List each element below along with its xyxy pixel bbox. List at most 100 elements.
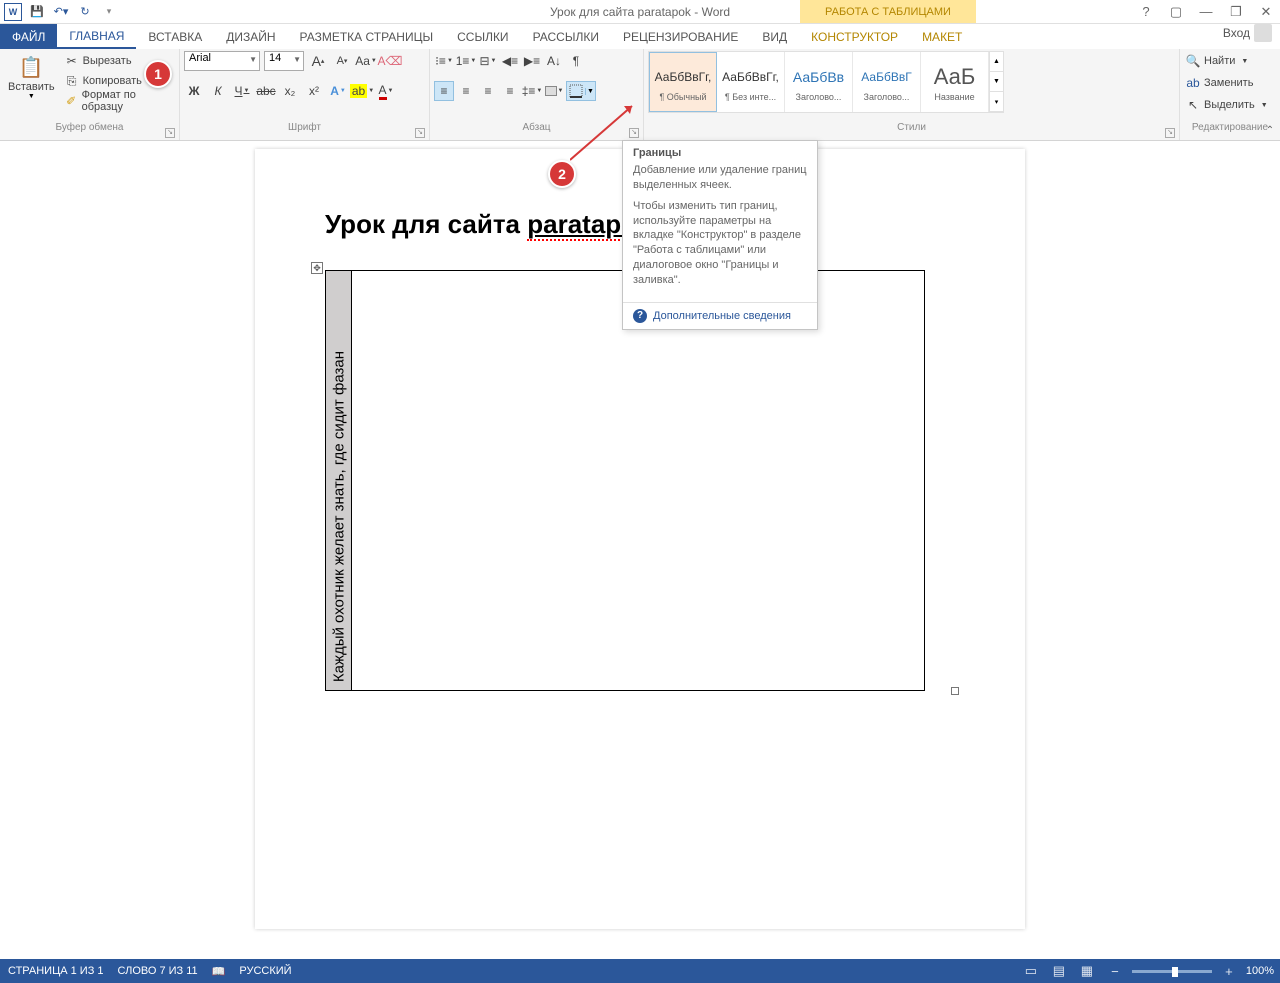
sort-button[interactable]: A↓	[544, 51, 564, 71]
superscript-button[interactable]: x²	[304, 81, 324, 101]
borders-button[interactable]: ▼	[566, 81, 596, 101]
grow-font-button[interactable]: A▴	[308, 51, 328, 71]
qat-customize-icon[interactable]: ▾	[100, 3, 118, 21]
italic-button[interactable]: К	[208, 81, 228, 101]
tab-table-design[interactable]: КОНСТРУКТОР	[799, 24, 910, 49]
close-icon[interactable]: ✕	[1252, 1, 1280, 23]
table-resize-handle[interactable]	[951, 687, 959, 695]
bold-button[interactable]: Ж	[184, 81, 204, 101]
status-words[interactable]: СЛОВО 7 ИЗ 11	[118, 965, 198, 977]
subscript-button[interactable]: x₂	[280, 81, 300, 101]
strikethrough-button[interactable]: abc	[256, 81, 276, 101]
show-marks-button[interactable]: ¶	[566, 51, 586, 71]
select-button[interactable]: ↖Выделить▼	[1184, 95, 1270, 115]
zoom-in[interactable]: +	[1218, 961, 1240, 981]
styles-gallery[interactable]: АаБбВвГг,¶ Обычный АаБбВвГг,¶ Без инте..…	[648, 51, 1004, 113]
styles-launcher[interactable]: ↘	[1165, 128, 1175, 138]
document-table[interactable]: Каждый охотник желает знать, где сидит ф…	[325, 270, 925, 691]
highlight-button[interactable]: ab▼	[352, 81, 372, 101]
tab-design[interactable]: ДИЗАЙН	[214, 24, 287, 49]
decrease-indent-button[interactable]: ◀≡	[500, 51, 520, 71]
zoom-slider[interactable]	[1132, 970, 1212, 973]
multilevel-list-button[interactable]: ⊟▼	[478, 51, 498, 71]
style-normal[interactable]: АаБбВвГг,¶ Обычный	[649, 52, 717, 112]
clipboard-launcher[interactable]: ↘	[165, 128, 175, 138]
change-case-button[interactable]: Aa▼	[356, 51, 376, 71]
collapse-ribbon-icon[interactable]: ⌃	[1262, 122, 1278, 138]
ribbon-display-icon[interactable]: ▢	[1162, 1, 1190, 23]
paste-button[interactable]: 📋 Вставить ▼	[4, 51, 59, 102]
styles-scroll-down[interactable]: ▼	[990, 72, 1003, 92]
status-page[interactable]: СТРАНИЦА 1 ИЗ 1	[8, 965, 104, 977]
font-name-combo[interactable]: Arial▼	[184, 51, 260, 71]
numbering-button[interactable]: 1≡▼	[456, 51, 476, 71]
redo-icon[interactable]: ↻	[76, 3, 94, 21]
tooltip-more-label: Дополнительные сведения	[653, 310, 791, 322]
style-preview: АаБбВвГг,	[655, 62, 712, 92]
document-title: Урок для сайта paratapok - Word	[550, 5, 730, 19]
avatar-icon	[1254, 24, 1272, 42]
style-heading2[interactable]: АаБбВвГЗаголово...	[853, 52, 921, 112]
text-effects-button[interactable]: A▼	[328, 81, 348, 101]
font-size-combo[interactable]: 14▼	[264, 51, 304, 71]
save-icon[interactable]: 💾	[28, 3, 46, 21]
view-web-layout[interactable]: ▦	[1076, 961, 1098, 981]
view-read-mode[interactable]: ▭	[1020, 961, 1042, 981]
justify-button[interactable]: ≡	[500, 81, 520, 101]
minimize-icon[interactable]: —	[1192, 1, 1220, 23]
help-icon[interactable]: ?	[1132, 1, 1160, 23]
increase-indent-button[interactable]: ▶≡	[522, 51, 542, 71]
zoom-level[interactable]: 100%	[1246, 965, 1274, 977]
tab-mailings[interactable]: РАССЫЛКИ	[521, 24, 611, 49]
undo-icon[interactable]: ↶▾	[52, 3, 70, 21]
zoom-thumb[interactable]	[1172, 967, 1178, 977]
styles-expand[interactable]: ▾	[990, 92, 1003, 112]
borders-tooltip: Границы Добавление или удаление границ в…	[622, 140, 818, 330]
find-button[interactable]: 🔍Найти▼	[1184, 51, 1270, 71]
replace-button[interactable]: abЗаменить	[1184, 73, 1270, 93]
underline-button[interactable]: Ч▼	[232, 81, 252, 101]
tab-table-layout[interactable]: МАКЕТ	[910, 24, 974, 49]
tab-view[interactable]: ВИД	[750, 24, 799, 49]
tab-references[interactable]: ССЫЛКИ	[445, 24, 520, 49]
zoom-out[interactable]: −	[1104, 961, 1126, 981]
font-color-button[interactable]: A▼	[376, 81, 396, 101]
table-cell-shaded[interactable]: Каждый охотник желает знать, где сидит ф…	[326, 271, 352, 691]
style-name: ¶ Обычный	[659, 92, 706, 102]
style-heading1[interactable]: АаБбВвЗаголово...	[785, 52, 853, 112]
status-language[interactable]: РУССКИЙ	[239, 965, 291, 977]
group-styles: АаБбВвГг,¶ Обычный АаБбВвГг,¶ Без инте..…	[644, 49, 1180, 140]
status-proofing-icon[interactable]: 📖	[212, 965, 226, 978]
tab-page-layout[interactable]: РАЗМЕТКА СТРАНИЦЫ	[288, 24, 446, 49]
style-no-spacing[interactable]: АаБбВвГг,¶ Без инте...	[717, 52, 785, 112]
align-center-button[interactable]: ≡	[456, 81, 476, 101]
table-cell-empty[interactable]	[352, 271, 925, 691]
group-font-label: Шрифт↘	[184, 122, 425, 140]
align-right-button[interactable]: ≡	[478, 81, 498, 101]
maximize-icon[interactable]: ❐	[1222, 1, 1250, 23]
tab-insert[interactable]: ВСТАВКА	[136, 24, 214, 49]
format-painter-button[interactable]: ✐Формат по образцу	[63, 91, 175, 111]
borders-dropdown-arrow[interactable]: ▼	[585, 88, 595, 95]
brush-icon: ✐	[65, 94, 78, 108]
style-title[interactable]: АаБНазвание	[921, 52, 989, 112]
sign-in[interactable]: Вход	[1223, 24, 1272, 42]
tooltip-line1: Добавление или удаление границ выделенны…	[633, 163, 807, 193]
table-container: ✥ Каждый охотник желает знать, где сидит…	[325, 270, 955, 691]
replace-icon: ab	[1186, 76, 1200, 90]
tab-review[interactable]: РЕЦЕНЗИРОВАНИЕ	[611, 24, 750, 49]
shrink-font-button[interactable]: A▾	[332, 51, 352, 71]
tab-file[interactable]: ФАЙЛ	[0, 24, 57, 49]
bullets-button[interactable]: ⁝≡▼	[434, 51, 454, 71]
tab-home[interactable]: ГЛАВНАЯ	[57, 24, 136, 49]
font-launcher[interactable]: ↘	[415, 128, 425, 138]
line-spacing-button[interactable]: ‡≡▼	[522, 81, 542, 101]
align-left-button[interactable]: ≡	[434, 81, 454, 101]
shading-button[interactable]: ▼	[544, 81, 564, 101]
view-print-layout[interactable]: ▤	[1048, 961, 1070, 981]
clear-formatting-button[interactable]: A⌫	[380, 51, 400, 71]
tooltip-more-info[interactable]: ? Дополнительные сведения	[623, 302, 817, 329]
style-preview: АаБбВвГ	[861, 62, 911, 92]
table-move-handle[interactable]: ✥	[311, 262, 323, 274]
styles-scroll-up[interactable]: ▲	[990, 52, 1003, 72]
